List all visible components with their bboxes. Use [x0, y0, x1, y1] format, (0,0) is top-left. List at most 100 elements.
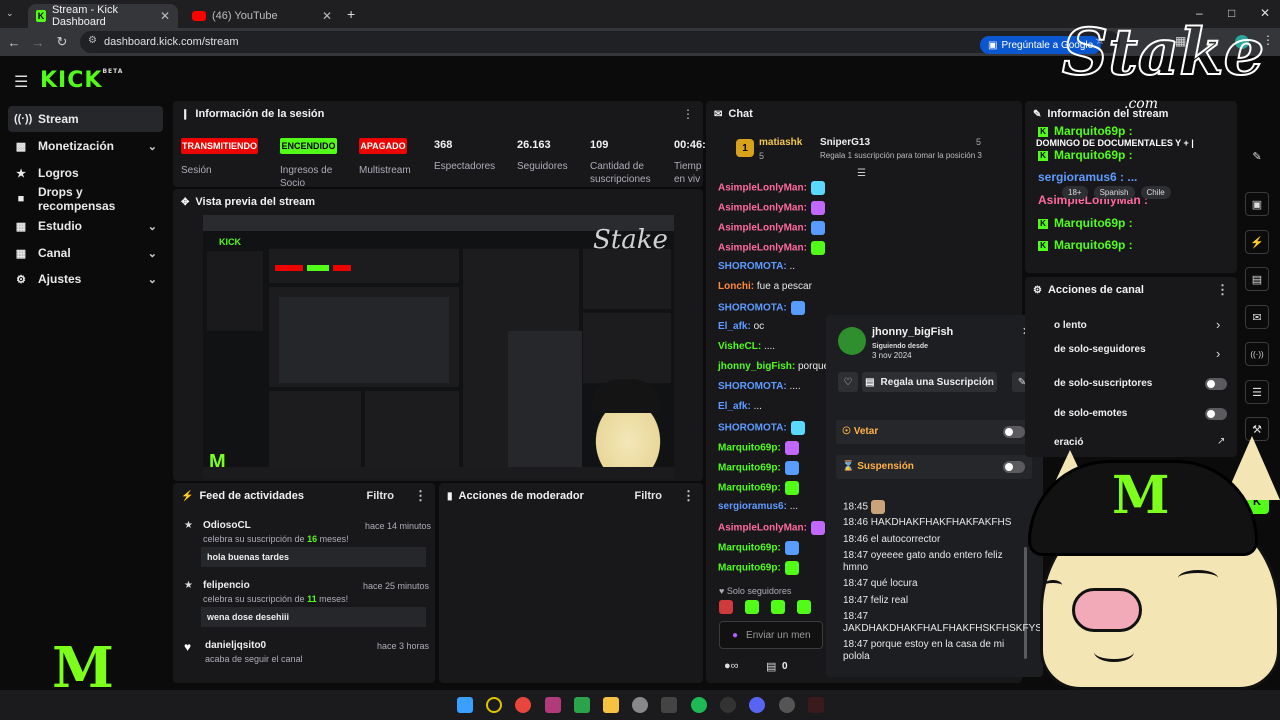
tab-youtube[interactable]: (46) YouTube ✕: [184, 4, 340, 28]
gift-sub-button[interactable]: ▤ Regala una Suscripción: [862, 372, 997, 392]
chat-username[interactable]: AsimpleLonlyMan:: [718, 203, 807, 214]
chat-message[interactable]: Marquito69p:: [718, 441, 799, 455]
drag-handle-icon[interactable]: ✥: [181, 197, 189, 208]
chat-message[interactable]: VisheCL: ....: [718, 341, 775, 352]
follow-heart-button[interactable]: ♡: [838, 372, 858, 392]
url-input[interactable]: ⚙ dashboard.kick.com/stream ▣ Pregúntale…: [80, 31, 1120, 54]
chat-input[interactable]: ● Enviar un men: [719, 621, 823, 649]
chat-message[interactable]: SHOROMOTA:: [718, 301, 805, 315]
reload-icon[interactable]: ↻: [50, 34, 74, 50]
chat-message[interactable]: sergioramus6: ...: [718, 501, 798, 512]
new-tab-button[interactable]: +: [347, 6, 355, 22]
avatar[interactable]: [838, 327, 866, 355]
close-icon[interactable]: ✕: [322, 9, 332, 23]
emote-icon[interactable]: [797, 600, 811, 614]
discord-icon[interactable]: [749, 697, 765, 713]
kebab-icon[interactable]: ⋮: [414, 488, 427, 504]
emote-icon[interactable]: [771, 600, 785, 614]
sidebar-item-ajustes[interactable]: ⚙ Ajustes ⌄: [8, 266, 163, 292]
close-icon[interactable]: ✕: [160, 9, 170, 23]
app-icon[interactable]: [574, 697, 590, 713]
feed-username[interactable]: danieljqsito0: [205, 640, 266, 651]
sidebar-item-stream[interactable]: ((·)) Stream: [8, 106, 163, 132]
layout-icon[interactable]: ▣: [1245, 192, 1269, 216]
chat-username[interactable]: sergioramus6:: [718, 501, 787, 512]
gifter-name[interactable]: SniperG13: [820, 137, 870, 148]
chat-message[interactable]: Marquito69p:: [718, 561, 799, 575]
app-icon[interactable]: [545, 697, 561, 713]
sidebar-item-monetizacion[interactable]: ▩ Monetización ⌄: [8, 133, 163, 159]
document-icon[interactable]: ▤: [1245, 267, 1269, 291]
action-slow-mode[interactable]: o lento: [1054, 320, 1087, 331]
action-subscribers-only[interactable]: de solo-suscriptores: [1054, 378, 1152, 389]
chat-username[interactable]: jhonny_bigFish:: [718, 361, 795, 372]
menu-icon[interactable]: ☰: [14, 72, 28, 92]
chat-username[interactable]: El_afk:: [718, 321, 751, 332]
app-icon[interactable]: [808, 697, 824, 713]
timeout-toggle[interactable]: [1003, 461, 1025, 473]
kebab-icon[interactable]: ⋮: [682, 488, 695, 504]
chat-message[interactable]: SHOROMOTA: ..: [718, 261, 795, 272]
forward-icon[interactable]: →: [26, 35, 50, 50]
kebab-icon[interactable]: ⋮: [1216, 282, 1229, 298]
chat-users-icon[interactable]: ●∞: [724, 660, 739, 672]
sidebar-item-canal[interactable]: ▦ Canal ⌄: [8, 240, 163, 266]
app-icon[interactable]: [486, 697, 502, 713]
sidebar-item-estudio[interactable]: ▦ Estudio ⌄: [8, 213, 163, 239]
chat-message[interactable]: AsimpleLonlyMan:: [718, 201, 825, 215]
chat-message[interactable]: AsimpleLonlyMan:: [718, 181, 825, 195]
chat-message[interactable]: SHOROMOTA:: [718, 421, 805, 435]
chat-username[interactable]: VisheCL:: [718, 341, 761, 352]
chat-username[interactable]: AsimpleLonlyMan:: [718, 223, 807, 234]
chat-username[interactable]: AsimpleLonlyMan:: [718, 523, 807, 534]
ban-toggle[interactable]: [1003, 426, 1025, 438]
chat-message[interactable]: El_afk: oc: [718, 321, 764, 332]
chat-username[interactable]: El_afk:: [718, 401, 751, 412]
stream-preview-video[interactable]: KICK Stake M: [203, 215, 674, 479]
gifter-name[interactable]: matiashk: [759, 137, 802, 148]
chat-username[interactable]: Marquito69p:: [718, 563, 781, 574]
tab-kick-dashboard[interactable]: K Stream - Kick Dashboard ✕: [28, 4, 178, 28]
chat-message[interactable]: jhonny_bigFish: porque: [718, 361, 829, 372]
tab-list-chevron-icon[interactable]: ⌄: [6, 8, 14, 19]
chat-username[interactable]: Lonchi:: [718, 281, 754, 292]
app-icon[interactable]: [779, 697, 795, 713]
chevron-right-icon[interactable]: ›: [1216, 317, 1220, 332]
emote-icon[interactable]: [745, 600, 759, 614]
subscribers-only-toggle[interactable]: [1205, 378, 1227, 390]
chat-username[interactable]: SHOROMOTA:: [718, 261, 787, 272]
message-log-scrollbar[interactable]: [1024, 547, 1027, 659]
app-icon[interactable]: [661, 697, 677, 713]
spotify-icon[interactable]: [691, 697, 707, 713]
chat-username[interactable]: AsimpleLonlyMan:: [718, 243, 807, 254]
kebab-icon[interactable]: ⋮: [682, 107, 694, 121]
points-icon[interactable]: ▤: [766, 660, 776, 673]
chat-username[interactable]: Marquito69p:: [718, 463, 781, 474]
edit-icon[interactable]: ✎: [1245, 144, 1269, 168]
sliders-icon[interactable]: ☰: [1245, 380, 1269, 404]
filter-button[interactable]: Filtro: [367, 490, 395, 502]
mic-icon[interactable]: ●: [732, 630, 738, 641]
feed-username[interactable]: felipencio: [203, 580, 250, 591]
chat-message[interactable]: Lonchi: fue a pescar: [718, 281, 812, 292]
broadcast-icon[interactable]: ((·)): [1245, 342, 1269, 366]
chat-username[interactable]: SHOROMOTA:: [718, 303, 787, 314]
pinned-toggle-icon[interactable]: ☰: [857, 168, 866, 179]
chat-message[interactable]: Marquito69p:: [718, 481, 799, 495]
windows-start-icon[interactable]: [457, 697, 473, 713]
chat-username[interactable]: SHOROMOTA:: [718, 381, 787, 392]
bolt-icon[interactable]: ⚡: [1245, 230, 1269, 254]
chat-username[interactable]: Marquito69p:: [718, 443, 781, 454]
emote-icon[interactable]: [719, 600, 733, 614]
chat-message[interactable]: AsimpleLonlyMan:: [718, 521, 825, 535]
folder-icon[interactable]: [603, 697, 619, 713]
chrome-icon[interactable]: [515, 697, 531, 713]
chat-message[interactable]: Marquito69p:: [718, 541, 799, 555]
chevron-right-icon[interactable]: ›: [1216, 346, 1220, 361]
chat-username[interactable]: SHOROMOTA:: [718, 423, 787, 434]
sidebar-item-logros[interactable]: ★ Logros: [8, 160, 163, 186]
app-icon[interactable]: [632, 697, 648, 713]
chat-username[interactable]: AsimpleLonlyMan:: [718, 183, 807, 194]
action-followers-only[interactable]: de solo-seguidores: [1054, 344, 1146, 355]
sidebar-item-drops[interactable]: ■ Drops y recompensas: [8, 185, 163, 213]
